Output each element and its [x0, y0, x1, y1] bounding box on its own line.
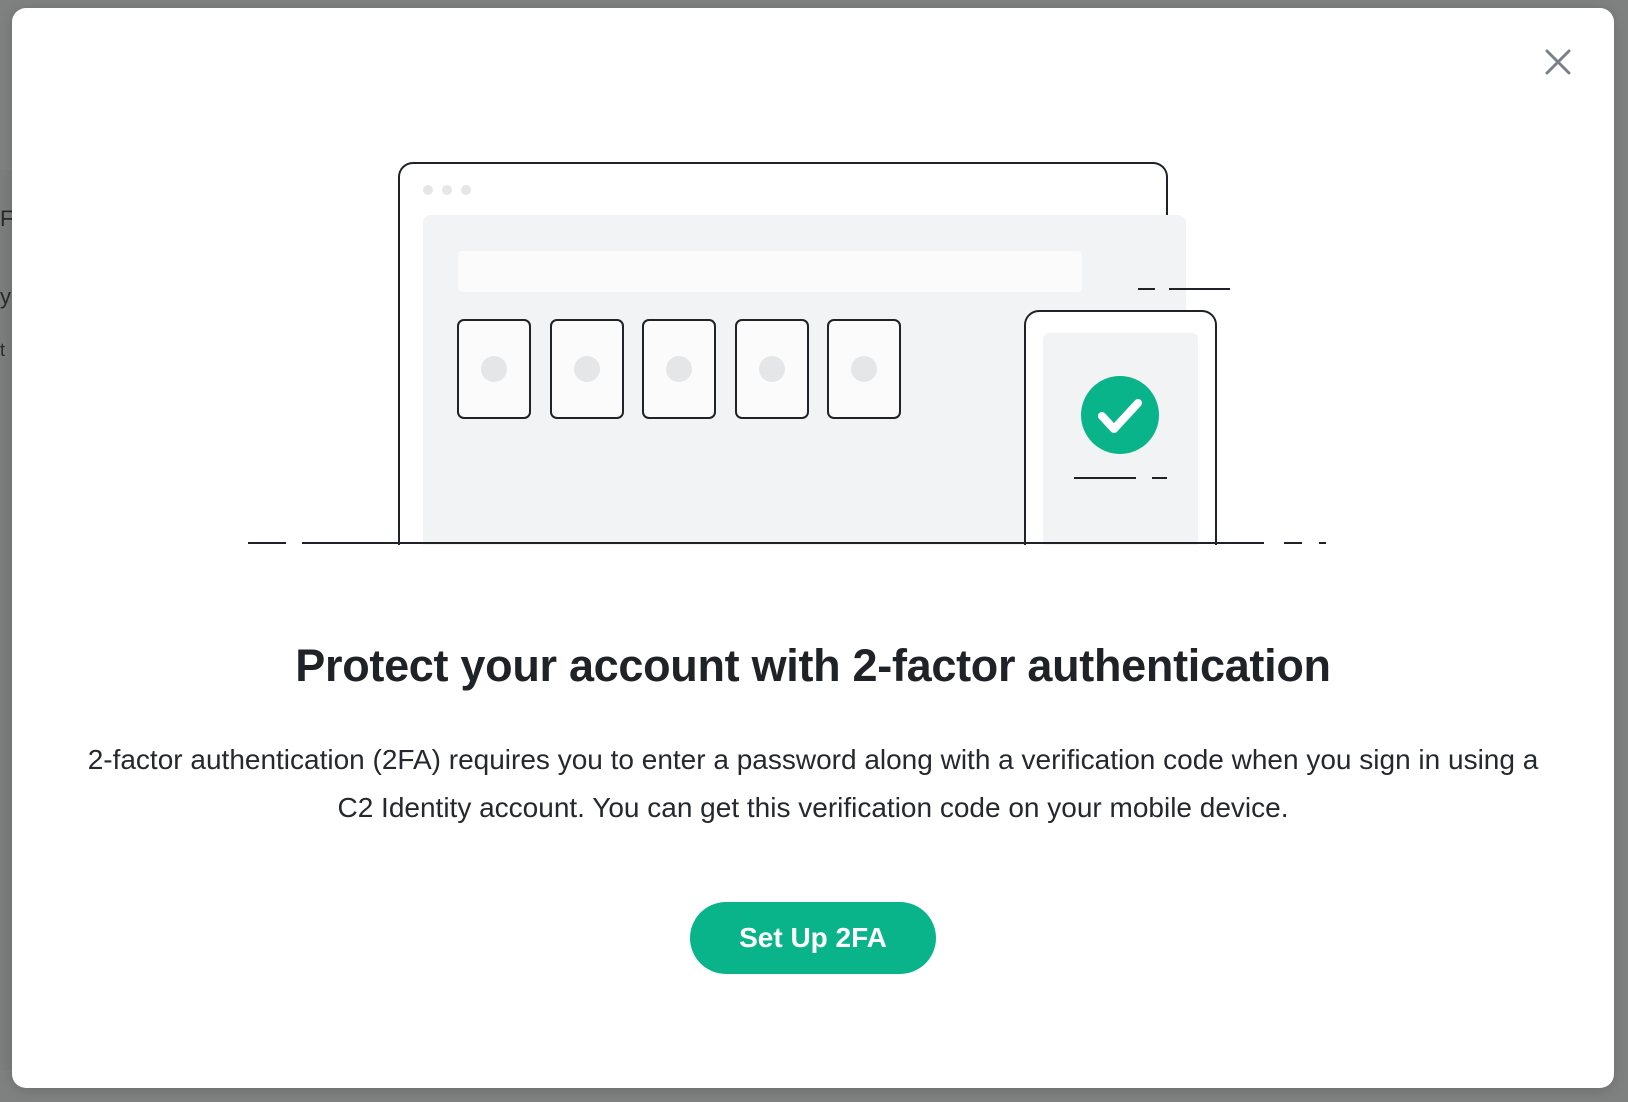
- code-boxes: [457, 319, 901, 419]
- code-box: [550, 319, 624, 419]
- security-illustration: [248, 162, 1326, 585]
- set-up-2fa-button[interactable]: Set Up 2FA: [690, 902, 936, 974]
- mobile-device-graphic: [1024, 310, 1217, 572]
- background-text-fragment: yo: [0, 284, 12, 309]
- dialog-description: 2-factor authentication (2FA) requires y…: [87, 744, 1539, 823]
- background-text-fragment: FA: [0, 206, 12, 231]
- check-circle-icon: [1081, 376, 1159, 454]
- dialog-title: Protect your account with 2-factor authe…: [295, 640, 1331, 691]
- two-factor-dialog: Protect your account with 2-factor authe…: [12, 8, 1614, 1088]
- code-box: [735, 319, 809, 419]
- code-box: [827, 319, 901, 419]
- background-text-fragment: t: [0, 340, 6, 360]
- code-box: [457, 319, 531, 419]
- code-box: [642, 319, 716, 419]
